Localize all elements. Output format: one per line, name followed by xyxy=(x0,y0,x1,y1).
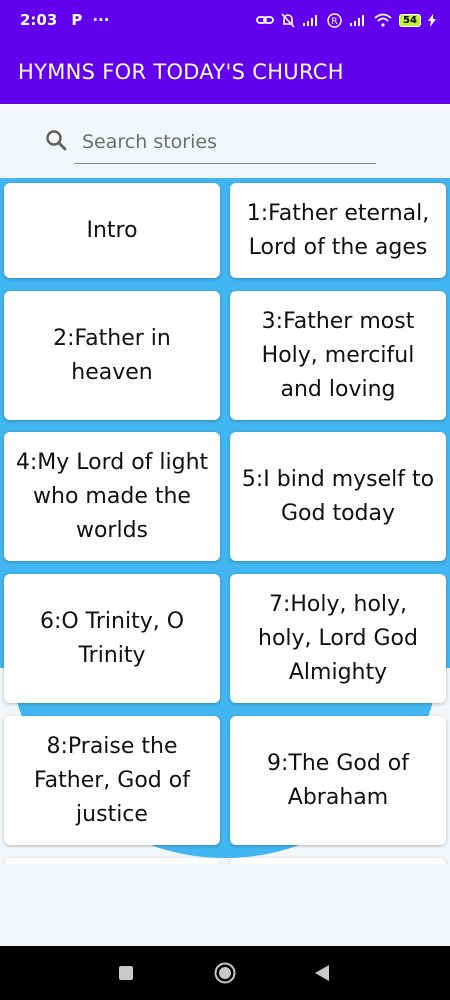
card-hymn-8[interactable]: 8:Praise the Father, God of justice xyxy=(4,716,220,845)
card-hymn-4[interactable]: 4:My Lord of light who made the worlds xyxy=(4,432,220,561)
status-left-icons: P ··· xyxy=(71,11,109,29)
card-partial-left[interactable] xyxy=(4,858,220,864)
card-partial-right[interactable] xyxy=(230,858,446,864)
r-badge-icon: R xyxy=(327,12,342,28)
search-bar xyxy=(0,104,450,178)
nav-recents-button[interactable] xyxy=(114,961,138,985)
signal-icon-2 xyxy=(350,14,364,26)
nav-home-icon xyxy=(214,962,236,984)
nav-back-icon xyxy=(315,965,329,981)
hymn-grid: Intro 1:Father eternal, Lord of the ages… xyxy=(0,178,450,864)
app-title: HYMNS FOR TODAY'S CHURCH xyxy=(18,60,344,84)
more-notifications-icon: ··· xyxy=(92,11,110,29)
card-hymn-2[interactable]: 2:Father in heaven xyxy=(4,291,220,420)
signal-icon xyxy=(303,14,317,26)
nav-recents-icon xyxy=(119,966,133,980)
card-hymn-1[interactable]: 1:Father eternal, Lord of the ages xyxy=(230,183,446,278)
link-icon xyxy=(256,16,274,24)
svg-text:R: R xyxy=(331,17,337,27)
status-right-icons: R 54 xyxy=(256,12,436,28)
status-bar: 2:03 P ··· R 54 xyxy=(0,0,450,40)
nav-back-button[interactable] xyxy=(310,961,334,985)
search-icon xyxy=(46,130,67,151)
wifi-icon xyxy=(374,13,392,27)
search-input[interactable] xyxy=(74,120,376,164)
card-hymn-5[interactable]: 5:I bind myself to God today xyxy=(230,432,446,561)
system-nav-bar xyxy=(0,946,450,1000)
card-hymn-7[interactable]: 7:Holy, holy, holy, Lord God Almighty xyxy=(230,574,446,703)
card-hymn-9[interactable]: 9:The God of Abraham xyxy=(230,716,446,845)
status-time: 2:03 xyxy=(20,11,58,29)
card-intro[interactable]: Intro xyxy=(4,183,220,278)
notification-muted-icon xyxy=(281,12,295,28)
charging-icon xyxy=(428,13,436,27)
p-notification-icon: P xyxy=(71,11,83,29)
nav-home-button[interactable] xyxy=(213,961,237,985)
app-bar: HYMNS FOR TODAY'S CHURCH xyxy=(0,40,450,104)
card-hymn-6[interactable]: 6:O Trinity, O Trinity xyxy=(4,574,220,703)
card-hymn-3[interactable]: 3:Father most Holy, merciful and loving xyxy=(230,291,446,420)
battery-icon: 54 xyxy=(399,13,421,27)
